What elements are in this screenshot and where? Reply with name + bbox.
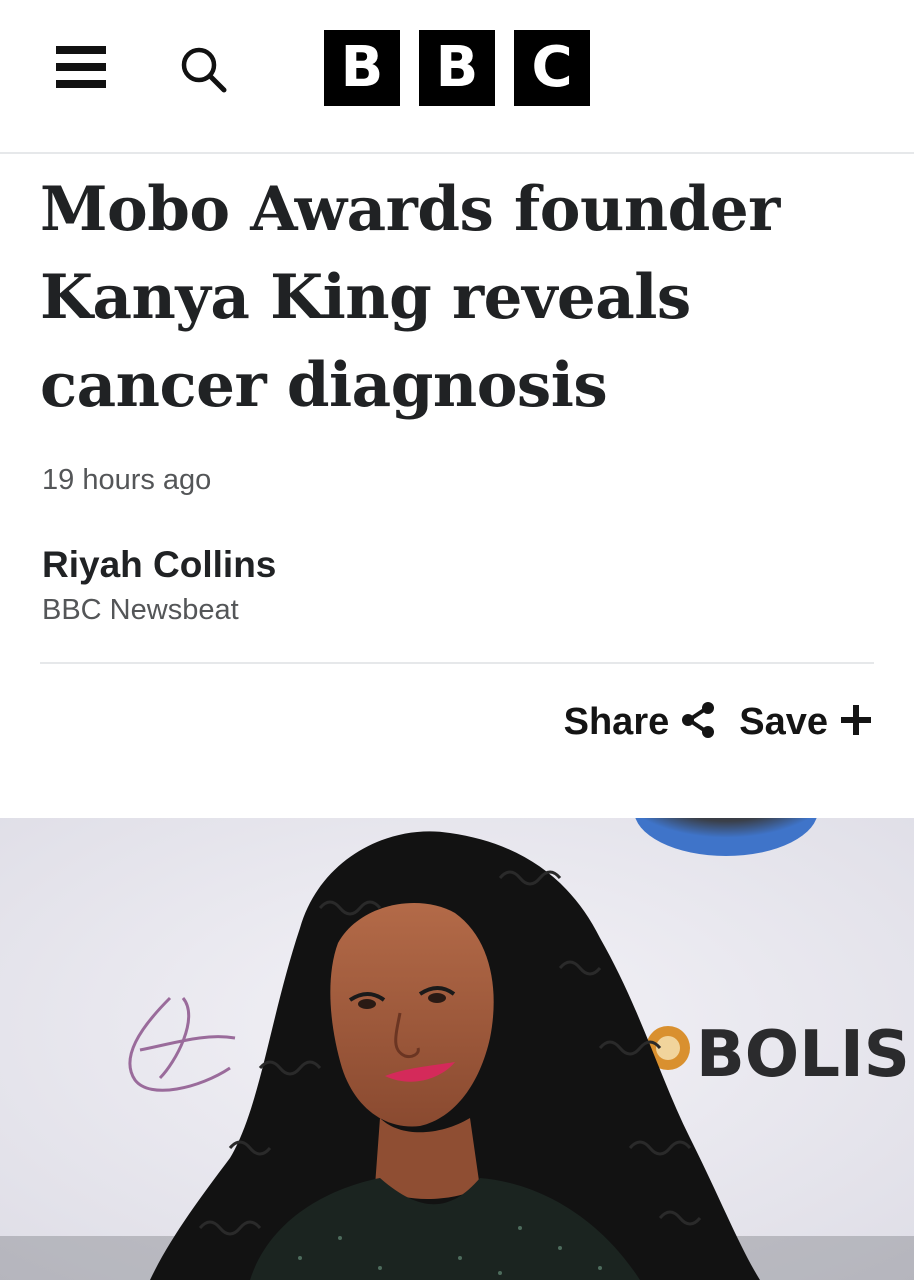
backdrop-logo-text: BOLISI <box>696 1018 914 1092</box>
byline-divider <box>40 662 874 664</box>
article-hero-image: BOLISI <box>0 818 914 1280</box>
article-author[interactable]: Riyah Collins <box>42 544 276 586</box>
bbc-logo[interactable]: B B C <box>324 30 590 106</box>
save-button[interactable]: Save <box>739 701 874 744</box>
article-timestamp: 19 hours ago <box>42 464 212 496</box>
article-actions: Share Save <box>564 698 874 746</box>
save-label: Save <box>739 700 828 743</box>
article-outlet: BBC Newsbeat <box>42 594 239 626</box>
logo-letter: C <box>514 30 590 106</box>
article-headline: Mobo Awards founder Kanya King reveals c… <box>40 174 780 421</box>
portrait-photo: BOLISI <box>0 818 914 1280</box>
plus-icon <box>838 702 874 742</box>
share-icon <box>679 699 719 745</box>
logo-letter: B <box>324 30 400 106</box>
share-button[interactable]: Share <box>564 699 720 745</box>
top-navigation-bar: B B C <box>0 0 914 154</box>
share-label: Share <box>563 700 670 743</box>
search-icon[interactable] <box>170 38 234 102</box>
logo-letter: B <box>419 30 495 106</box>
hamburger-menu-icon[interactable] <box>52 40 110 94</box>
